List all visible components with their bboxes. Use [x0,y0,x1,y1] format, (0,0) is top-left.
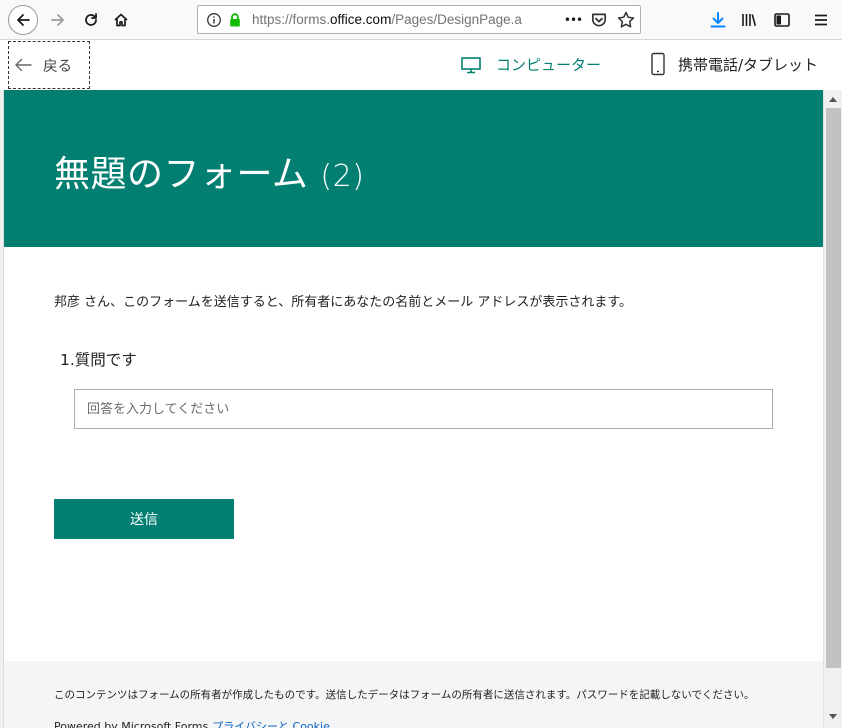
form-header-banner: 無題のフォーム (2) [4,90,823,247]
chevron-up-icon [829,97,837,102]
back-label: 戻る [43,58,72,75]
url-path: /Pages/DesignPage.a [391,12,522,27]
respondent-notice: 邦彦 さん、このフォームを送信すると、所有者にあなたの名前とメール アドレスが表… [54,295,633,310]
question-title: 1.質問です [60,348,137,370]
preview-toolbar: 戻る コンピューター 携帯電話/タブレット [0,40,842,90]
powered-by-text: Powered by Microsoft Forms [54,720,209,728]
info-icon[interactable] [206,12,222,28]
form-title: 無題のフォーム (2) [54,145,364,197]
sidebar-icon [774,13,790,27]
library-icon [742,14,757,27]
chevron-down-icon [829,714,837,719]
computer-view-button[interactable]: コンピューター [460,54,601,75]
computer-view-label: コンピューター [496,56,602,74]
form-title-text: 無題のフォーム [54,154,309,195]
browser-toolbar: https://forms.office.com/Pages/DesignPag… [0,0,842,40]
arrow-right-icon [51,14,64,26]
url-prefix: https://forms. [252,12,331,27]
back-button[interactable]: 戻る [8,41,90,89]
monitor-icon [461,56,481,73]
browser-reload-button[interactable] [76,5,106,35]
pocket-icon[interactable] [590,11,608,29]
page-actions-button[interactable]: ••• [562,10,584,30]
form-footer: このコンテンツはフォームの所有者が作成したものです。送信したデータはフォームの所… [4,661,823,728]
arrow-left-icon [15,58,32,72]
download-icon [710,12,726,28]
browser-home-button[interactable] [106,5,136,35]
answer-input[interactable] [74,389,773,429]
footer-disclaimer: このコンテンツはフォームの所有者が作成したものです。送信したデータはフォームの所… [54,689,755,701]
url-domain: office.com [330,12,392,27]
arrow-left-icon [17,14,30,26]
browser-back-button[interactable] [8,5,38,35]
scroll-up-button[interactable] [824,90,842,108]
star-icon[interactable] [616,10,636,30]
reload-icon [85,13,97,26]
library-button[interactable] [737,8,761,32]
page-scrollbar[interactable] [823,90,842,728]
scroll-thumb[interactable] [826,108,841,668]
sidebar-button[interactable] [770,8,794,32]
privacy-cookie-link[interactable]: プライバシーと Cookie [212,720,330,728]
lock-icon[interactable] [227,12,243,28]
footer-powered-by: Powered by Microsoft Forms プライバシーと Cookie [54,718,330,728]
more-icon: ••• [563,13,583,27]
question-text: 質問です [74,351,137,369]
browser-menu-button[interactable] [809,8,833,32]
submit-button[interactable]: 送信 [54,499,234,539]
hamburger-menu-icon [815,14,827,26]
url-text[interactable]: https://forms.office.com/Pages/DesignPag… [252,12,542,27]
scroll-down-button[interactable] [824,708,842,726]
browser-forward-button[interactable] [43,5,73,35]
phone-icon [651,52,665,76]
mobile-view-button[interactable]: 携帯電話/タブレット [650,52,818,76]
mobile-view-label: 携帯電話/タブレット [678,55,819,74]
question-number: 1. [60,351,75,369]
downloads-button[interactable] [706,8,730,32]
form-title-count: (2) [320,159,365,194]
home-icon [114,13,128,27]
address-bar[interactable]: https://forms.office.com/Pages/DesignPag… [197,5,641,34]
